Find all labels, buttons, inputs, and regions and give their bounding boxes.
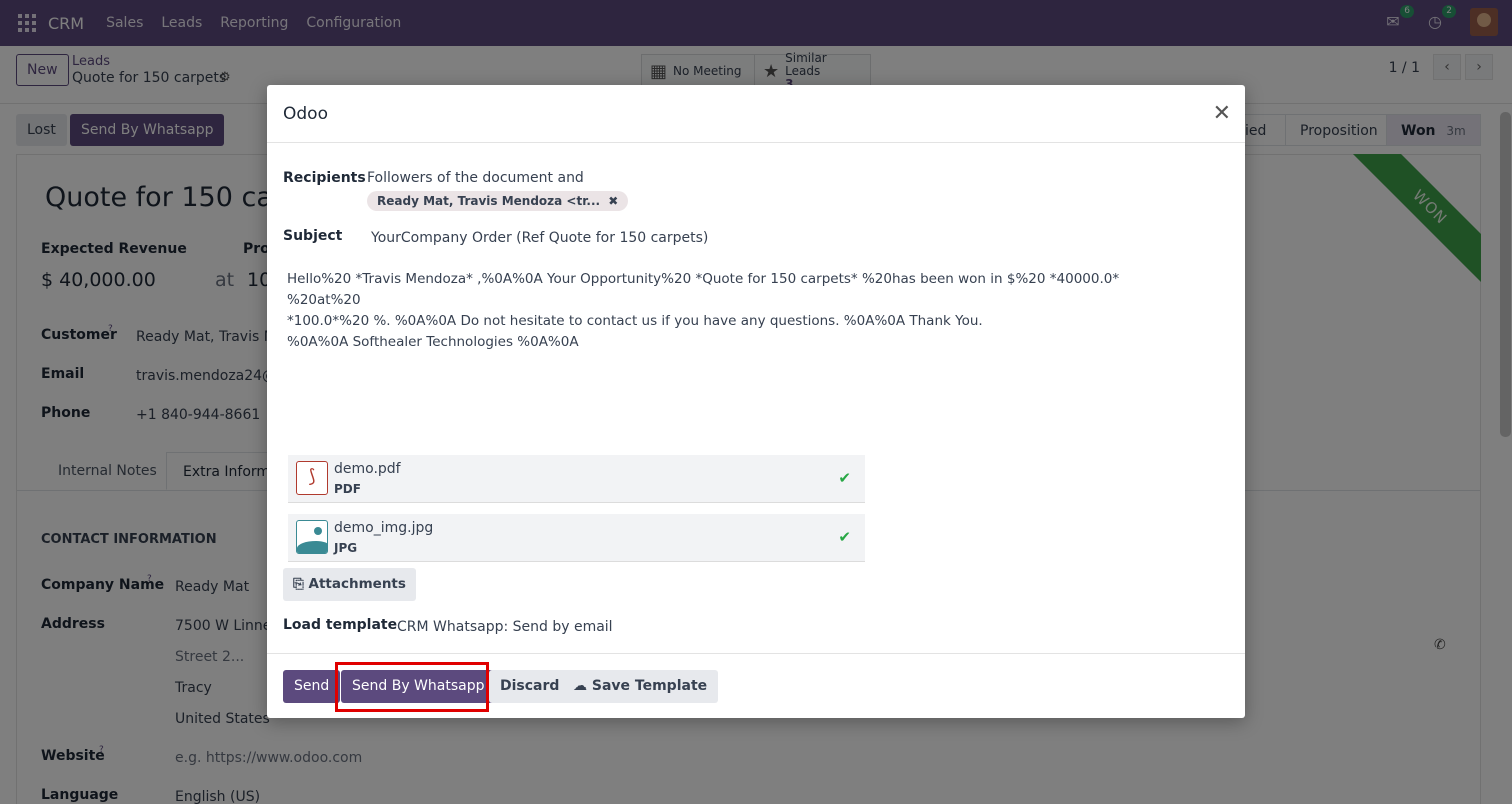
- attachments-button-label: Attachments: [308, 576, 406, 592]
- dialog-header: Odoo ✕: [267, 85, 1245, 143]
- compose-mail-dialog: Odoo ✕ Recipients Followers of the docum…: [267, 85, 1245, 718]
- pdf-file-icon: ⟆: [296, 461, 328, 495]
- body-line-1: Hello%20 *Travis Mendoza* ,%0A%0A Your O…: [287, 271, 1120, 308]
- highlight-box: [335, 662, 489, 712]
- dialog-footer-divider: [267, 653, 1245, 654]
- body-line-3: %0A%0A Softhealer Technologies %0A%0A: [287, 334, 579, 350]
- discard-button[interactable]: Discard: [489, 670, 571, 703]
- save-template-label: Save Template: [591, 678, 708, 694]
- dialog-title: Odoo: [283, 104, 328, 124]
- check-icon: ✔: [838, 469, 851, 487]
- check-icon: ✔: [838, 528, 851, 546]
- paperclip-icon: ⎘: [293, 576, 304, 592]
- close-icon[interactable]: ✕: [1213, 101, 1231, 126]
- load-template-select[interactable]: CRM Whatsapp: Send by email: [397, 619, 613, 635]
- recipient-tag-label: Ready Mat, Travis Mendoza <tr...: [377, 194, 601, 208]
- cloud-upload-icon: ☁: [573, 678, 587, 694]
- attachment-type: JPG: [334, 541, 358, 555]
- subject-label: Subject: [283, 228, 343, 244]
- recipient-tag[interactable]: Ready Mat, Travis Mendoza <tr... ✖: [367, 191, 629, 211]
- attachment-type: PDF: [334, 482, 361, 496]
- save-template-button[interactable]: ☁ Save Template: [562, 670, 719, 703]
- load-template-label: Load template: [283, 617, 398, 633]
- send-button[interactable]: Send: [283, 670, 341, 703]
- attachment-name: demo.pdf: [334, 461, 401, 477]
- attachments-button[interactable]: ⎘ Attachments: [283, 568, 416, 601]
- attachment-item[interactable]: ⟆ demo.pdf PDF ✔: [288, 455, 865, 503]
- recipients-text: Followers of the document and: [367, 170, 584, 186]
- attachment-item[interactable]: demo_img.jpg JPG ✔: [288, 514, 865, 562]
- remove-tag-icon[interactable]: ✖: [608, 194, 618, 208]
- body-line-2: *100.0*%20 %. %0A%0A Do not hesitate to …: [287, 313, 983, 329]
- subject-input[interactable]: YourCompany Order (Ref Quote for 150 car…: [371, 230, 708, 246]
- message-body-editor[interactable]: Hello%20 *Travis Mendoza* ,%0A%0A Your O…: [287, 269, 1187, 353]
- attachment-name: demo_img.jpg: [334, 520, 434, 536]
- image-file-icon: [296, 520, 328, 554]
- recipients-label: Recipients: [283, 170, 366, 186]
